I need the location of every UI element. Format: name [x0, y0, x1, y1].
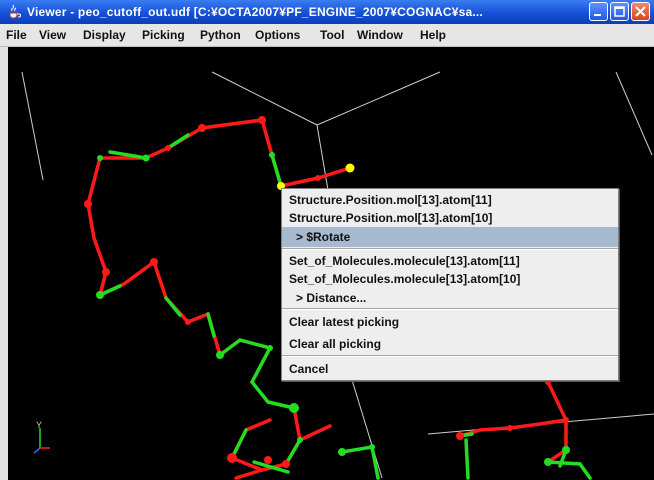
menu-display[interactable]: Display: [83, 28, 126, 42]
window-frame-left: [0, 47, 8, 480]
menu-bar: File View Display Picking Python Options…: [0, 24, 654, 47]
molecule-viewport[interactable]: Y Structure.Position.mol[13].atom[11] St…: [8, 47, 654, 480]
menu-item-structure-atom-11[interactable]: Structure.Position.mol[13].atom[11]: [282, 190, 618, 210]
menu-window[interactable]: Window: [357, 28, 403, 42]
menu-separator: [282, 248, 618, 250]
menu-item-structure-atom-10[interactable]: Structure.Position.mol[13].atom[10]: [282, 208, 618, 228]
title-bar[interactable]: Viewer - peo_cutoff_out.udf [C:¥OCTA2007…: [0, 0, 654, 25]
window-title: Viewer - peo_cutoff_out.udf [C:¥OCTA2007…: [27, 5, 483, 19]
minimize-icon: [594, 14, 601, 16]
menu-item-clear-all[interactable]: Clear all picking: [282, 334, 618, 354]
close-icon: [635, 6, 646, 17]
close-button[interactable]: [631, 2, 650, 21]
minimize-button[interactable]: [589, 2, 608, 21]
picking-popup-menu: Structure.Position.mol[13].atom[11] Stru…: [281, 188, 619, 381]
menu-picking[interactable]: Picking: [142, 28, 185, 42]
menu-options[interactable]: Options: [255, 28, 300, 42]
menu-item-molecules-atom-11[interactable]: Set_of_Molecules.molecule[13].atom[11]: [282, 251, 618, 271]
menu-item-rotate[interactable]: > $Rotate: [282, 227, 618, 247]
menu-separator: [282, 308, 618, 310]
menu-item-clear-latest[interactable]: Clear latest picking: [282, 312, 618, 332]
menu-file[interactable]: File: [6, 28, 27, 42]
menu-view[interactable]: View: [39, 28, 66, 42]
svg-text:Y: Y: [36, 420, 42, 430]
menu-item-cancel[interactable]: Cancel: [282, 359, 618, 379]
java-cup-icon: [9, 4, 21, 19]
menu-python[interactable]: Python: [200, 28, 241, 42]
maximize-icon: [614, 6, 625, 17]
menu-help[interactable]: Help: [420, 28, 446, 42]
menu-item-distance[interactable]: > Distance...: [282, 288, 618, 308]
menu-separator: [282, 355, 618, 357]
xyz-axes-icon: Y: [33, 420, 50, 454]
menu-item-molecules-atom-10[interactable]: Set_of_Molecules.molecule[13].atom[10]: [282, 269, 618, 289]
menu-tool[interactable]: Tool: [320, 28, 344, 42]
maximize-button[interactable]: [610, 2, 629, 21]
